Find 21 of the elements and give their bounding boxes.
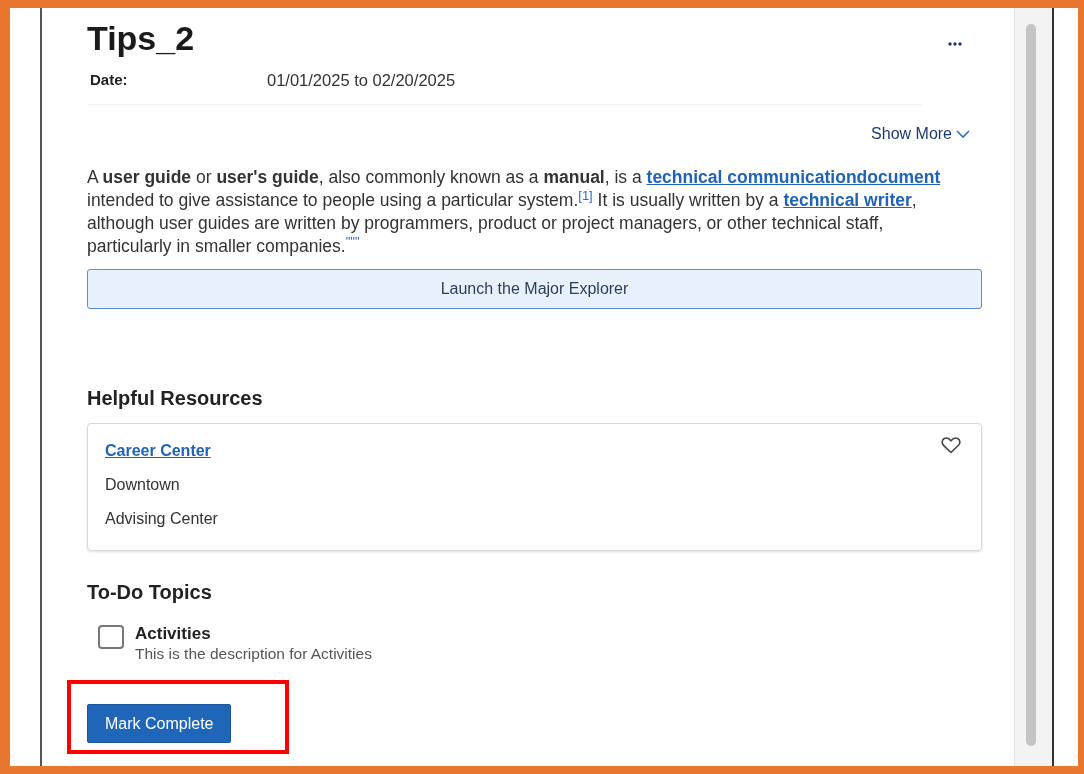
description-paragraph: A user guide or user's guide, also commonly known as a manual, is a technical communicationdocument intended to give assistance to people using a particular system.$^{[1]}$ It is usually written by a technical writer, although user guides are written by programmers, product or project managers, or other technical staff, particularly in smaller companies.$^{"""}$	[87, 166, 942, 258]
resource-link[interactable]: Career Center	[105, 442, 211, 459]
resource-detail: Advising Center	[105, 509, 219, 529]
todo-title: Activities	[135, 624, 212, 644]
checkbox[interactable]	[98, 625, 124, 649]
heart-icon[interactable]	[941, 436, 961, 454]
chevron-down-icon	[956, 129, 970, 139]
text-link[interactable]: technical writer	[783, 190, 912, 210]
field-value: 01/01/2025 to 02/20/2025	[267, 69, 456, 91]
text-link[interactable]: technical communicationdocument	[646, 167, 941, 187]
field-label: Date:	[89, 69, 129, 90]
page-title: Tips_2	[87, 18, 195, 59]
more-icon[interactable]	[948, 42, 962, 46]
resource-detail: Downtown	[105, 475, 181, 495]
show-more-button[interactable]: Show More	[871, 122, 970, 146]
todo-description: This is the description for Activities	[135, 644, 372, 664]
launch-button[interactable]: Launch the Major Explorer	[87, 269, 982, 309]
section-heading: Helpful Resources	[87, 386, 264, 411]
mark-complete-button[interactable]: Mark Complete	[87, 704, 232, 743]
section-heading: To-Do Topics	[87, 580, 213, 605]
scrollbar-thumb[interactable]	[1026, 24, 1036, 746]
